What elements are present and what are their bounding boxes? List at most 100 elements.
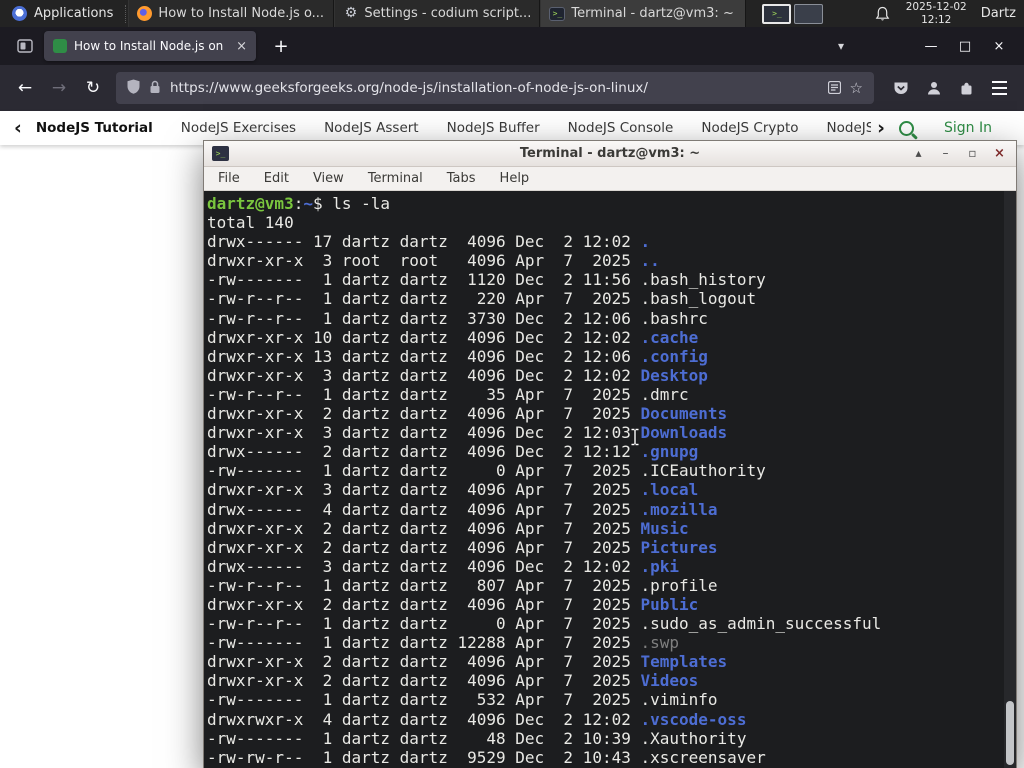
menu-icon[interactable]: [983, 72, 1016, 105]
forward-button[interactable]: →: [42, 71, 76, 105]
terminal-line: -rw------- 1 dartz dartz 0 Apr 7 2025 .I…: [207, 461, 766, 481]
window-close-button[interactable]: ×: [982, 39, 1016, 54]
taskbar-windows: How to Install Node.js o... ⚙ Settings - c…: [128, 0, 747, 27]
applications-icon: [12, 6, 27, 21]
terminal-icon: >_: [549, 6, 566, 21]
terminal-total-line: total 140: [207, 213, 294, 233]
taskbar-window-title: Settings - codium script...: [364, 6, 532, 21]
terminal-menu-help[interactable]: Help: [500, 171, 530, 186]
scrollbar-thumb[interactable]: [1006, 701, 1014, 765]
account-icon[interactable]: [917, 72, 950, 105]
site-nav-item[interactable]: NodeJS Exercises: [181, 120, 296, 136]
workspace-2[interactable]: [794, 3, 824, 24]
list-all-tabs-chevron-icon[interactable]: ▾: [824, 40, 858, 52]
terminal-maximize-button[interactable]: ▫: [964, 146, 981, 161]
terminal-line: -rw------- 1 dartz dartz 1120 Dec 2 11:5…: [207, 270, 766, 290]
terminal-menu-tabs[interactable]: Tabs: [447, 171, 476, 186]
window-maximize-button[interactable]: □: [948, 39, 982, 54]
terminal-minimize-button[interactable]: –: [937, 146, 954, 161]
site-nav-links: NodeJS Tutorial NodeJS Exercises NodeJS As…: [36, 120, 871, 136]
terminal-line: -rw-rw-r-- 1 dartz dartz 9529 Dec 2 10:4…: [207, 747, 766, 767]
site-nav-item[interactable]: NodeJS Tutorial: [36, 120, 153, 136]
terminal-line: drwxr-xr-x 3 dartz dartz 4096 Dec 2 12:0…: [207, 423, 728, 443]
site-nav-item[interactable]: NodeJS DNS: [827, 120, 872, 136]
terminal-titlebar[interactable]: >_ Terminal - dartz@vm3: ~ ▴ – ▫ ×: [204, 141, 1016, 167]
url-text: https://www.geeksforgeeks.org/node-js/in…: [170, 80, 648, 96]
terminal-output: dartz@vm3:~$ ls -la total 140 drwx------ 1…: [207, 194, 1001, 768]
search-icon[interactable]: [899, 120, 914, 136]
terminal-body[interactable]: dartz@vm3:~$ ls -la total 140 drwx------ 1…: [204, 191, 1016, 768]
terminal-menu-terminal[interactable]: Terminal: [368, 171, 423, 186]
taskbar-window-2[interactable]: ⚙ Settings - codium script...: [334, 0, 541, 27]
top-panel: Applications How to Install Node.js o...…: [0, 0, 1024, 27]
panel-clock[interactable]: 2025-12-02 12:12: [906, 1, 967, 26]
terminal-menu-edit[interactable]: Edit: [264, 171, 289, 186]
window-minimize-button[interactable]: —: [914, 39, 948, 54]
terminal-scrollbar[interactable]: [1004, 191, 1016, 768]
site-nav-item[interactable]: NodeJS Buffer: [447, 120, 540, 136]
panel-separator: [125, 4, 127, 23]
workspace-1-terminal-icon[interactable]: >_: [762, 3, 792, 24]
url-bar[interactable]: https://www.geeksforgeeks.org/node-js/in…: [116, 72, 874, 104]
terminal-title: Terminal - dartz@vm3: ~: [519, 146, 701, 161]
taskbar-window-1[interactable]: How to Install Node.js o...: [128, 0, 335, 27]
browser-toolbar: ← → ↻ https://www.geeksforgeeks.org/node…: [0, 65, 1024, 111]
terminal-line: drwxr-xr-x 3 dartz dartz 4096 Apr 7 2025…: [207, 480, 699, 500]
terminal-app-icon: >_: [212, 146, 229, 161]
terminal-prompt-line: dartz@vm3:~$ ls -la: [207, 194, 391, 213]
shield-icon[interactable]: [127, 79, 140, 98]
back-button[interactable]: ←: [8, 71, 42, 105]
mouse-cursor: [630, 428, 640, 450]
taskbar-window-title: How to Install Node.js o...: [158, 6, 325, 21]
new-tab-button[interactable]: +: [268, 36, 294, 57]
bookmark-star-icon[interactable]: ☆: [850, 79, 863, 97]
site-nav-item[interactable]: NodeJS Assert: [324, 120, 419, 136]
site-favicon: [53, 39, 67, 53]
pocket-icon[interactable]: [884, 72, 917, 105]
terminal-line: drwxr-xr-x 2 dartz dartz 4096 Apr 7 2025…: [207, 404, 728, 424]
site-nav-item[interactable]: NodeJS Console: [568, 120, 674, 136]
terminal-line: drwxr-xr-x 10 dartz dartz 4096 Dec 2 12:…: [207, 327, 699, 347]
browser-tab-bar: How to Install Node.js on × + ▾ — □ ×: [0, 27, 1024, 65]
terminal-line: drwxr-xr-x 2 dartz dartz 4096 Apr 7 2025…: [207, 594, 699, 614]
site-nav-item[interactable]: NodeJS Crypto: [701, 120, 798, 136]
notification-bell-icon[interactable]: [875, 6, 890, 22]
clock-time: 12:12: [921, 13, 952, 26]
gear-icon: ⚙: [344, 5, 358, 21]
applications-label: Applications: [34, 6, 114, 21]
nav-prev-icon[interactable]: ‹: [14, 118, 22, 138]
reader-view-icon[interactable]: [827, 79, 841, 98]
firefox-icon: [137, 6, 153, 21]
terminal-line: drwx------ 17 dartz dartz 4096 Dec 2 12:…: [207, 232, 651, 252]
terminal-line: drwxr-xr-x 3 dartz dartz 4096 Dec 2 12:0…: [207, 365, 708, 385]
terminal-line: -rw-r--r-- 1 dartz dartz 35 Apr 7 2025 .…: [207, 384, 689, 404]
terminal-menubar: File Edit View Terminal Tabs Help: [204, 167, 1016, 191]
terminal-menu-file[interactable]: File: [218, 171, 240, 186]
terminal-line: drwx------ 3 dartz dartz 4096 Dec 2 12:0…: [207, 556, 680, 576]
terminal-line: -rw-r--r-- 1 dartz dartz 220 Apr 7 2025 …: [207, 289, 757, 309]
tab-title: How to Install Node.js on: [74, 39, 224, 53]
extensions-icon[interactable]: [950, 72, 983, 105]
tab-close-icon[interactable]: ×: [236, 39, 247, 54]
terminal-line: drwxr-xr-x 2 dartz dartz 4096 Apr 7 2025…: [207, 671, 699, 691]
sign-in-button[interactable]: Sign In: [944, 120, 992, 136]
terminal-line: drwxr-xr-x 13 dartz dartz 4096 Dec 2 12:…: [207, 346, 708, 366]
panel-user[interactable]: Dartz: [981, 6, 1016, 21]
lock-icon[interactable]: [149, 79, 161, 98]
terminal-shade-button[interactable]: ▴: [910, 146, 927, 161]
terminal-window-controls: ▴ – ▫ ×: [910, 146, 1008, 161]
browser-tab[interactable]: How to Install Node.js on ×: [44, 31, 256, 61]
terminal-line: drwx------ 2 dartz dartz 4096 Dec 2 12:1…: [207, 442, 699, 462]
reload-button[interactable]: ↻: [76, 71, 110, 105]
terminal-line: -rw------- 1 dartz dartz 12288 Apr 7 202…: [207, 633, 680, 653]
nav-next-icon[interactable]: ›: [877, 118, 885, 138]
terminal-close-button[interactable]: ×: [991, 146, 1008, 161]
terminal-line: -rw------- 1 dartz dartz 48 Dec 2 10:39 …: [207, 728, 747, 748]
firefox-view-icon[interactable]: [12, 33, 38, 59]
terminal-menu-view[interactable]: View: [313, 171, 344, 186]
applications-menu[interactable]: Applications: [0, 0, 125, 27]
taskbar-window-3[interactable]: >_ Terminal - dartz@vm3: ~: [540, 0, 747, 27]
terminal-line: -rw------- 1 dartz dartz 532 Apr 7 2025 …: [207, 690, 718, 710]
workspace-switcher[interactable]: >_: [762, 3, 824, 24]
terminal-line: drwx------ 4 dartz dartz 4096 Apr 7 2025…: [207, 499, 718, 519]
